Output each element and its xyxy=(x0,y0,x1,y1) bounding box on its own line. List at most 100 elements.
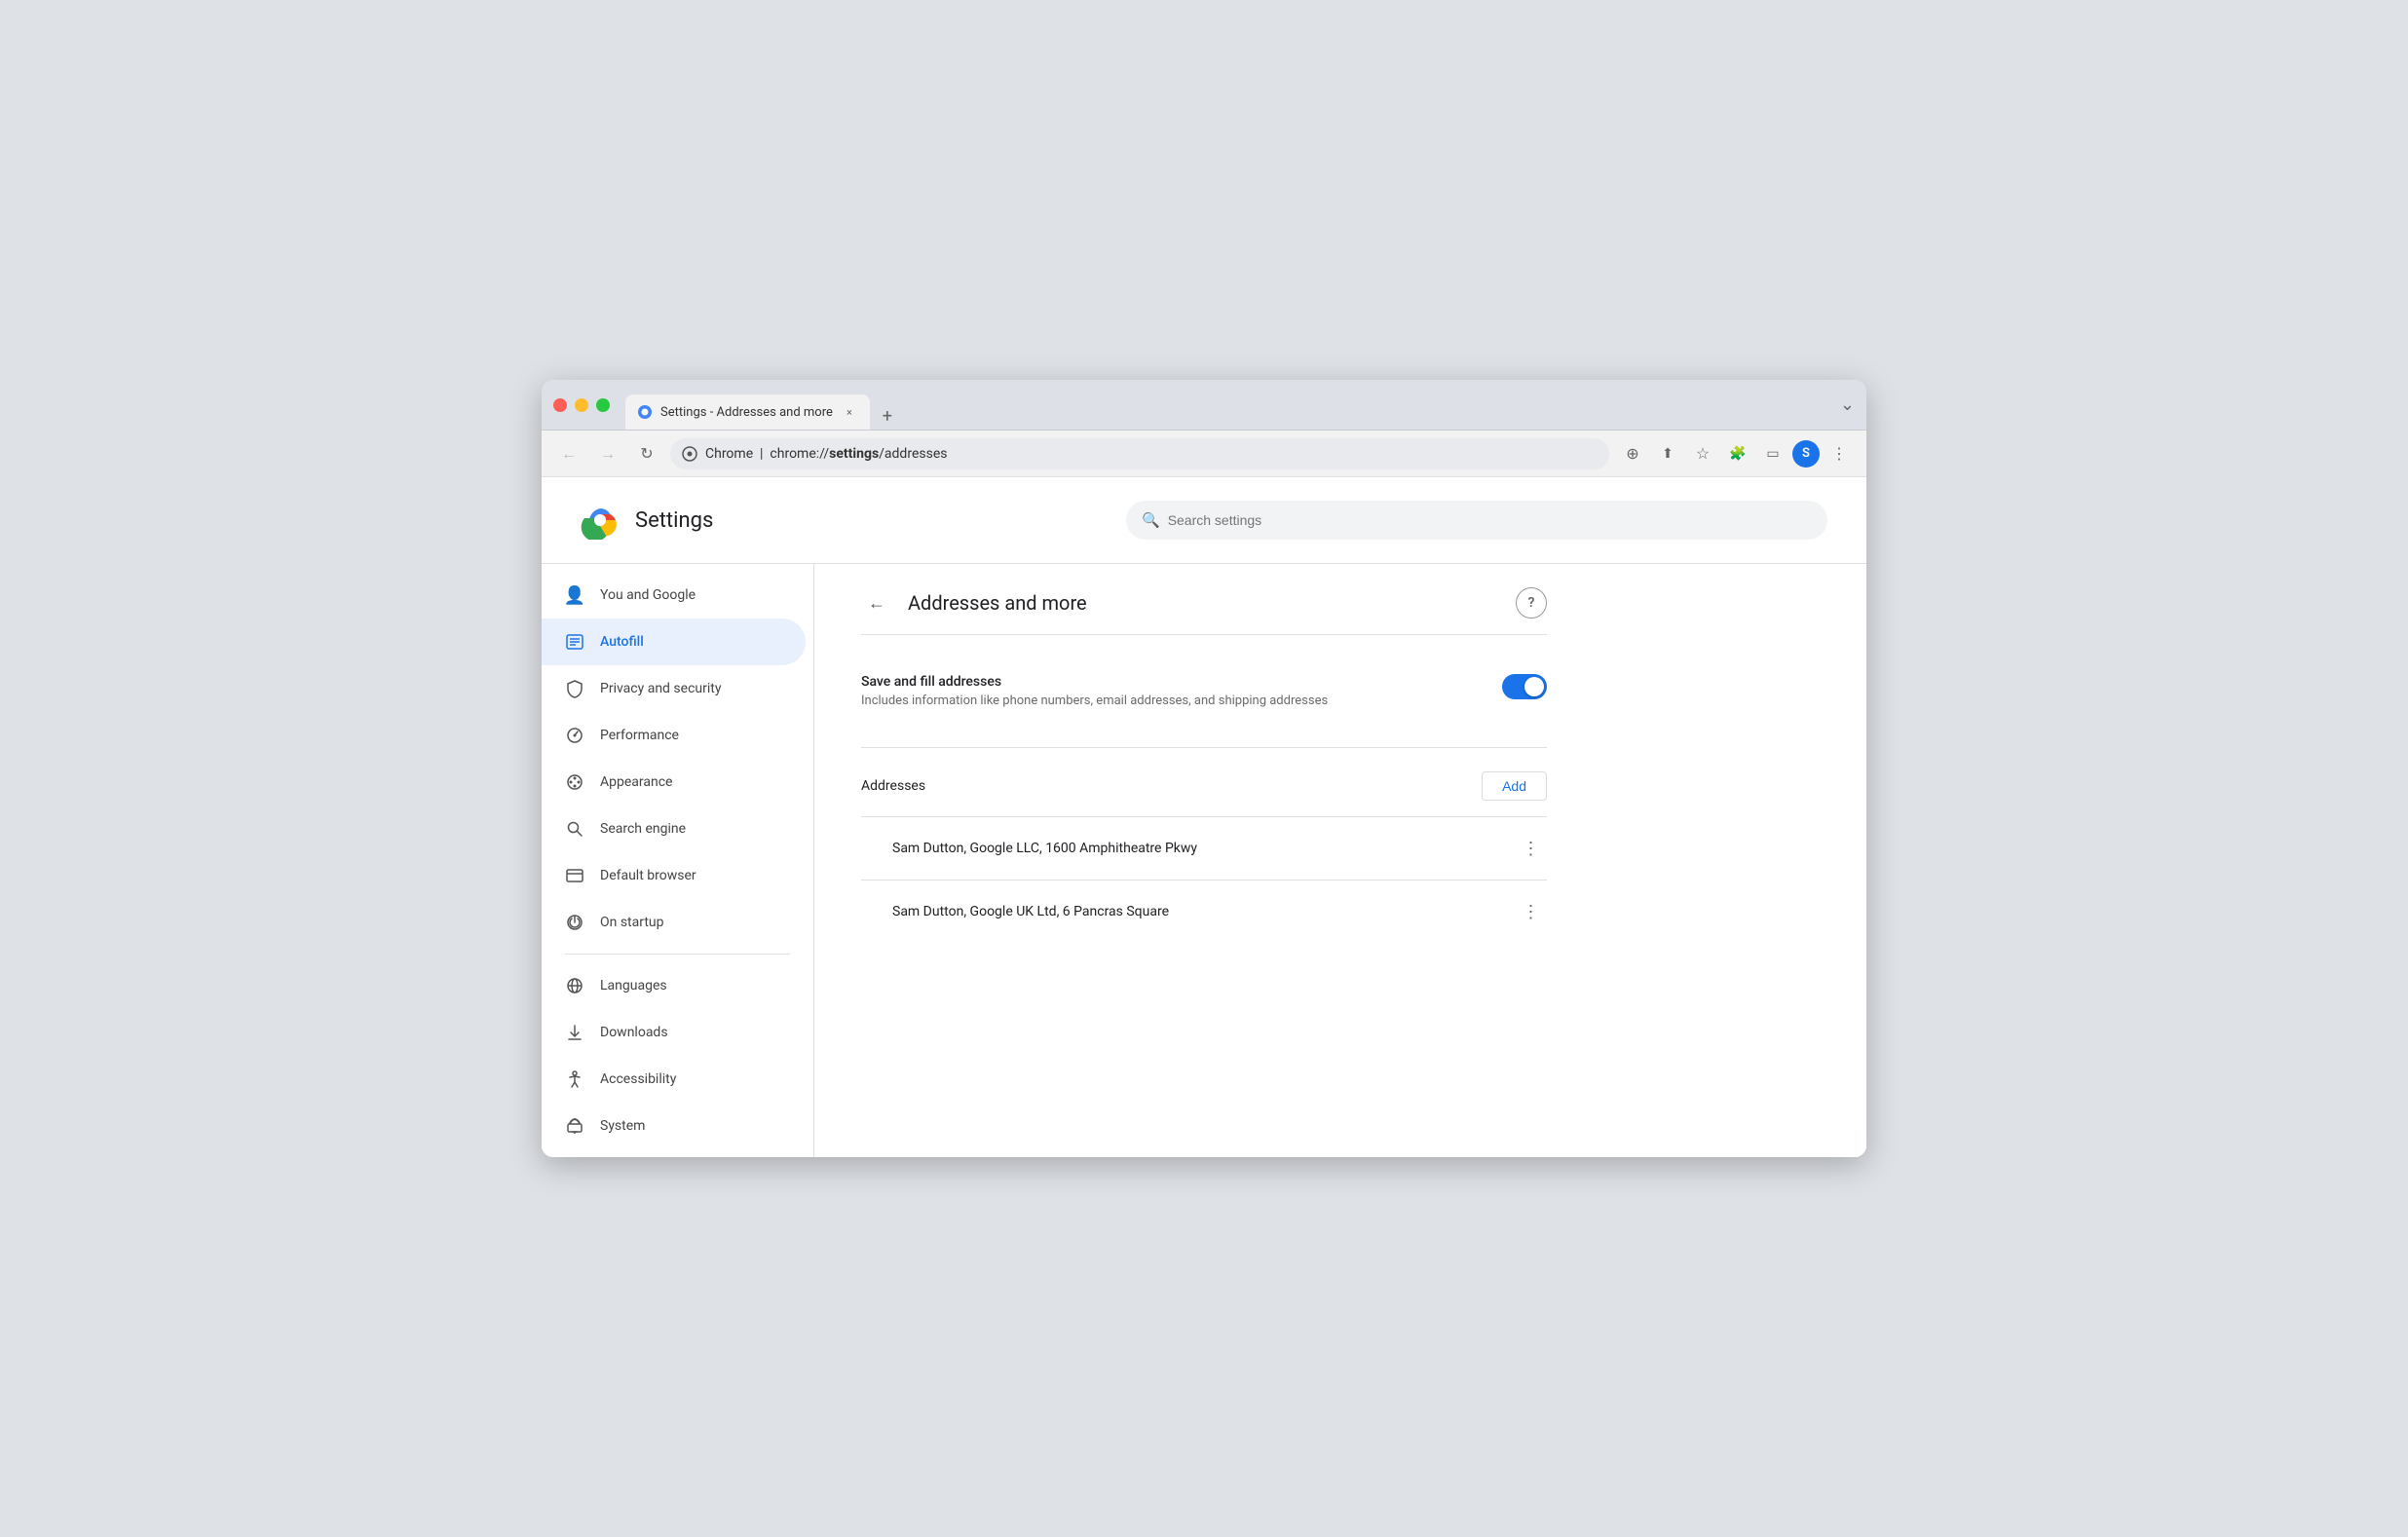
sidebar-item-label: Performance xyxy=(600,728,679,743)
search-engine-icon xyxy=(565,819,584,839)
appearance-icon xyxy=(565,772,584,792)
sidebar-divider xyxy=(565,954,790,955)
back-button[interactable]: ← xyxy=(553,438,584,469)
sidebar-item-appearance[interactable]: Appearance xyxy=(542,759,806,806)
startup-icon xyxy=(565,913,584,932)
extensions-button[interactable]: 🧩 xyxy=(1722,438,1753,469)
back-arrow-icon: ← xyxy=(868,593,885,614)
address-bold-part: settings xyxy=(829,446,879,462)
browser-window: Settings - Addresses and more × + ⌄ ← → … xyxy=(542,380,1866,1157)
sidebar-item-label: Languages xyxy=(600,978,667,993)
search-input[interactable] xyxy=(1168,512,1812,528)
title-bar: Settings - Addresses and more × + ⌄ xyxy=(542,380,1866,431)
sidebar-item-label: You and Google xyxy=(600,587,696,603)
toolbar-actions: ⊕ ⬆ ☆ 🧩 ▭ S ⋮ xyxy=(1617,438,1855,469)
main-content: ← Addresses and more ? Save and fill add… xyxy=(814,564,1866,1157)
settings-body: 👤 You and Google Autofill xyxy=(542,564,1866,1157)
menu-icon: ⋮ xyxy=(1831,444,1847,463)
share-button[interactable]: ⬆ xyxy=(1652,438,1683,469)
address-text-2: Sam Dutton, Google UK Ltd, 6 Pancras Squ… xyxy=(861,904,1169,919)
person-icon: 👤 xyxy=(565,585,584,605)
add-address-button[interactable]: Add xyxy=(1482,771,1547,801)
content-title: Addresses and more xyxy=(908,591,1500,615)
sidebar-item-downloads[interactable]: Downloads xyxy=(542,1009,806,1056)
autofill-icon xyxy=(565,632,584,652)
sidebar-item-privacy-security[interactable]: Privacy and security xyxy=(542,665,806,712)
sidebar-item-search-engine[interactable]: Search engine xyxy=(542,806,806,852)
save-fill-toggle[interactable] xyxy=(1502,674,1547,699)
tab-close-button[interactable]: × xyxy=(841,403,858,421)
addresses-section-label: Addresses xyxy=(861,778,925,794)
zoom-icon: ⊕ xyxy=(1626,444,1638,463)
sidebar-item-label: System xyxy=(600,1118,645,1134)
save-fill-label: Save and fill addresses xyxy=(861,674,1328,690)
window-menu-button[interactable]: ⌄ xyxy=(1840,394,1855,415)
performance-icon xyxy=(565,726,584,745)
new-tab-button[interactable]: + xyxy=(874,402,901,430)
address-bar-url: Chrome | chrome://settings/addresses xyxy=(705,446,1598,462)
address-bar[interactable]: Chrome | chrome://settings/addresses xyxy=(670,438,1609,469)
addresses-header: Addresses Add xyxy=(861,771,1547,801)
sidebar-item-autofill[interactable]: Autofill xyxy=(542,619,806,665)
content-back-button[interactable]: ← xyxy=(861,587,892,619)
sidebar-item-accessibility[interactable]: Accessibility xyxy=(542,1056,806,1103)
address-more-button-1[interactable]: ⋮ xyxy=(1516,833,1547,864)
save-fill-text: Save and fill addresses Includes informa… xyxy=(861,674,1328,708)
sidebar-item-label: Privacy and security xyxy=(600,681,721,696)
address-text-1: Sam Dutton, Google LLC, 1600 Amphitheatr… xyxy=(861,841,1197,856)
traffic-lights xyxy=(553,398,610,412)
star-icon: ☆ xyxy=(1696,444,1710,463)
save-fill-row: Save and fill addresses Includes informa… xyxy=(861,658,1547,724)
sidebar-item-you-and-google[interactable]: 👤 You and Google xyxy=(542,572,806,619)
tab-title: Settings - Addresses and more xyxy=(660,405,833,420)
address-more-button-2[interactable]: ⋮ xyxy=(1516,896,1547,927)
sidebar-item-label: Default browser xyxy=(600,868,696,883)
sidebar: 👤 You and Google Autofill xyxy=(542,564,814,1157)
zoom-button[interactable]: ⊕ xyxy=(1617,438,1648,469)
content-panel: ← Addresses and more ? Save and fill add… xyxy=(814,564,1594,990)
settings-header: Settings 🔍 xyxy=(542,477,1866,564)
profile-button[interactable]: S xyxy=(1792,440,1820,468)
sidebar-item-default-browser[interactable]: Default browser xyxy=(542,852,806,899)
refresh-button[interactable]: ↻ xyxy=(631,438,662,469)
forward-button[interactable]: → xyxy=(592,438,623,469)
chrome-logo xyxy=(581,501,620,540)
sidebar-item-performance[interactable]: Performance xyxy=(542,712,806,759)
accessibility-icon xyxy=(565,1069,584,1089)
browser-icon xyxy=(565,866,584,885)
shield-icon xyxy=(565,679,584,698)
minimize-traffic-light[interactable] xyxy=(575,398,588,412)
page-content: Settings 🔍 👤 You and Google xyxy=(542,477,1866,1157)
tab-bar: Settings - Addresses and more × + xyxy=(625,380,1832,430)
sidebar-item-on-startup[interactable]: On startup xyxy=(542,899,806,946)
share-icon: ⬆ xyxy=(1662,446,1674,462)
sidebar-item-label: Accessibility xyxy=(600,1071,676,1087)
save-fill-section: Save and fill addresses Includes informa… xyxy=(861,635,1547,748)
refresh-icon: ↻ xyxy=(640,444,653,463)
puzzle-icon: 🧩 xyxy=(1729,446,1746,462)
settings-search-bar[interactable]: 🔍 xyxy=(1126,501,1827,540)
search-icon: 🔍 xyxy=(1142,511,1160,529)
settings-page-title: Settings xyxy=(635,508,713,533)
sidebar-item-languages[interactable]: Languages xyxy=(542,962,806,1009)
toolbar: ← → ↻ Chrome | chrome://settings/address… xyxy=(542,431,1866,477)
address-item-1: Sam Dutton, Google LLC, 1600 Amphitheatr… xyxy=(861,816,1547,880)
bookmark-button[interactable]: ☆ xyxy=(1687,438,1718,469)
active-tab[interactable]: Settings - Addresses and more × xyxy=(625,394,870,430)
sidebar-item-label: Autofill xyxy=(600,634,644,650)
back-icon: ← xyxy=(561,444,577,464)
address-item-2: Sam Dutton, Google UK Ltd, 6 Pancras Squ… xyxy=(861,880,1547,943)
sidebar-item-label: Downloads xyxy=(600,1025,668,1040)
addresses-section: Addresses Add Sam Dutton, Google LLC, 16… xyxy=(861,748,1547,966)
tab-favicon-icon xyxy=(637,404,653,420)
help-button[interactable]: ? xyxy=(1516,587,1547,619)
sidebar-item-system[interactable]: System xyxy=(542,1103,806,1149)
close-traffic-light[interactable] xyxy=(553,398,567,412)
save-fill-description: Includes information like phone numbers,… xyxy=(861,694,1328,708)
sidebar-item-label: On startup xyxy=(600,915,664,930)
sidebar-button[interactable]: ▭ xyxy=(1757,438,1788,469)
chrome-menu-button[interactable]: ⋮ xyxy=(1824,438,1855,469)
forward-icon: → xyxy=(600,444,616,464)
maximize-traffic-light[interactable] xyxy=(596,398,610,412)
sidebar-item-label: Appearance xyxy=(600,774,672,790)
